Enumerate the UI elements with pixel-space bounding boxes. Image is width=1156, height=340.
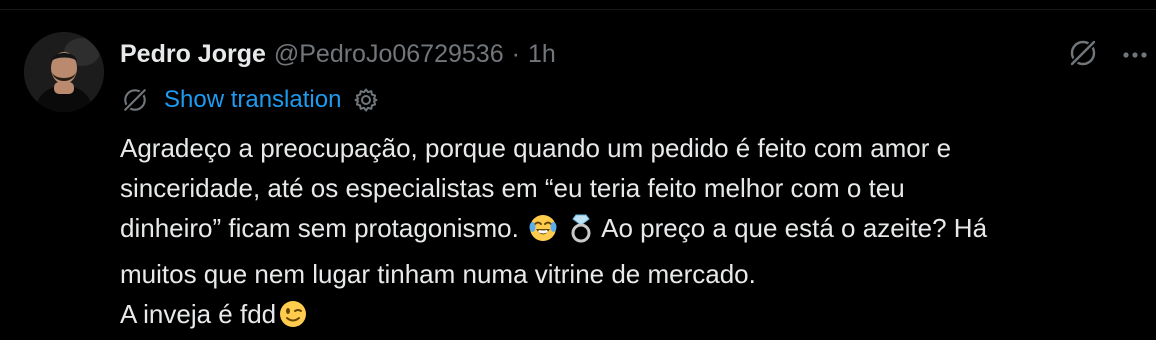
tweet-text-segment: dinheiro” ficam sem protagonismo. (120, 213, 519, 243)
tweet-header: Pedro Jorge @PedroJo06729536 · 1h (120, 38, 556, 70)
author-display-name[interactable]: Pedro Jorge (120, 40, 266, 69)
tweet-text-line: muitos que nem lugar tinham numa vitrine… (120, 259, 756, 289)
tweet-text-segment: A inveja é fdd (120, 299, 277, 329)
tweet-text-segment: Ao preço a que está o azeite? Há (601, 213, 988, 243)
tweet-text-line: sinceridade, até os especialistas em “eu… (120, 173, 905, 203)
more-options-icon (1122, 46, 1148, 64)
tweet-card[interactable]: Pedro Jorge @PedroJo06729536 · 1h Show t… (0, 10, 1156, 329)
face-with-tears-of-joy-icon (528, 213, 558, 254)
tweet-text-line: Agradeço a preocupação, porque quando um… (120, 133, 952, 163)
ring-icon (569, 211, 593, 254)
tweet-text: Agradeço a preocupação, porque quando um… (120, 128, 1130, 340)
winking-face-icon (278, 299, 308, 340)
gear-icon[interactable] (351, 85, 381, 115)
tweet-text-line: dinheiro” ficam sem protagonismo. Ao pre… (120, 208, 1130, 254)
more-options-button[interactable] (1118, 36, 1152, 74)
grok-translate-icon (120, 84, 154, 116)
grok-button[interactable] (1064, 36, 1102, 74)
author-handle[interactable]: @PedroJo06729536 (274, 40, 504, 69)
header-separator: · (511, 39, 520, 68)
tweet-timestamp[interactable]: 1h (528, 40, 556, 69)
tweet-text-line: A inveja é fdd (120, 294, 1130, 340)
avatar[interactable] (24, 32, 104, 112)
timeline-divider (0, 0, 1156, 10)
translation-bar: Show translation (120, 84, 381, 116)
grok-icon (1066, 36, 1100, 75)
show-translation-link[interactable]: Show translation (164, 86, 341, 114)
